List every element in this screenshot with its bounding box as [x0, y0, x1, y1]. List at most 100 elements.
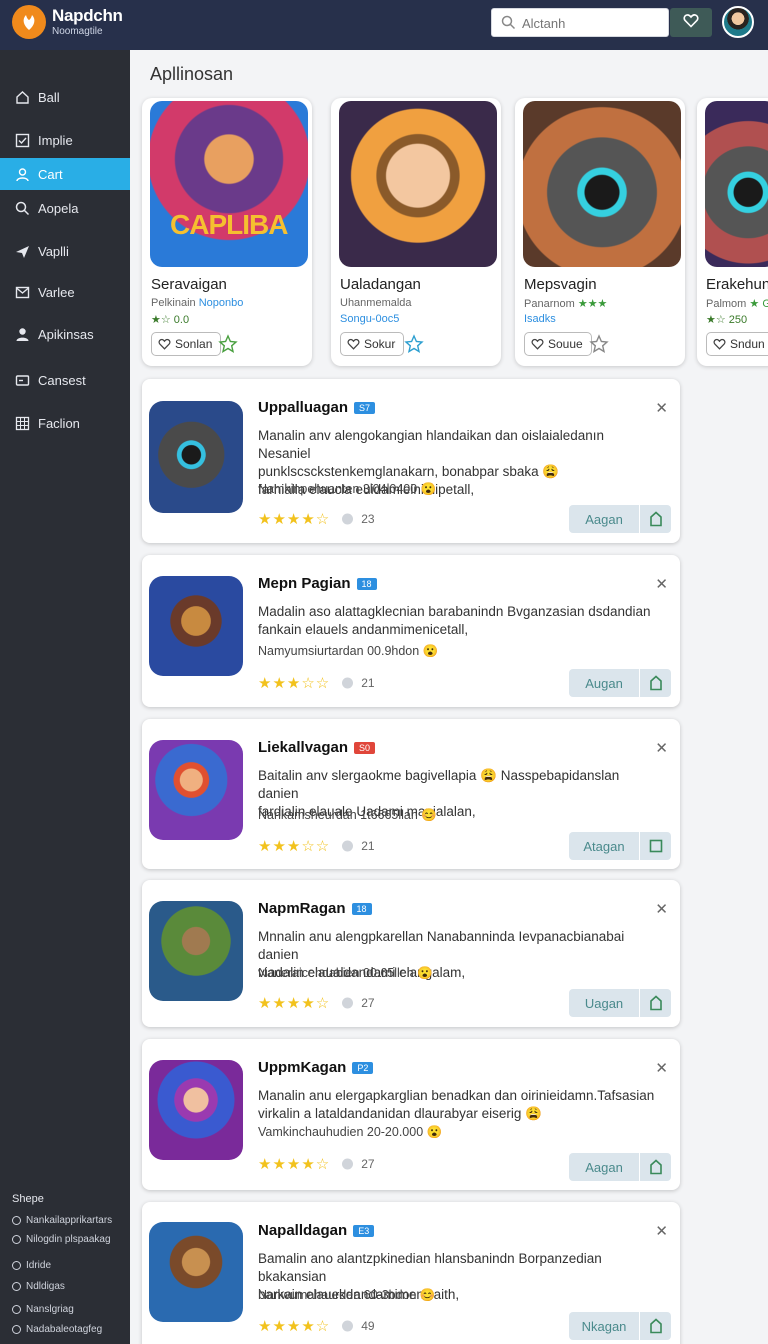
close-icon[interactable]: ✕	[655, 1222, 668, 1240]
user-icon	[14, 326, 30, 342]
wishlist-button[interactable]: Souue	[524, 332, 592, 356]
close-icon[interactable]: ✕	[655, 1059, 668, 1077]
sidebar-item-varlee[interactable]: Varlee	[0, 276, 130, 308]
sidebar-item-label: Vaplli	[38, 243, 69, 259]
age-badge: P2	[352, 1061, 374, 1074]
checkbox-icon[interactable]	[640, 832, 671, 860]
get-button-label: Aagan	[569, 505, 639, 533]
app-list-card[interactable]: Uppalluagan S7 ✕ Manalin anv alengokangia…	[142, 379, 680, 543]
sidebar-item-cansest[interactable]: Cansest	[0, 364, 130, 396]
app-icon	[149, 1060, 243, 1160]
get-button[interactable]: Atagan	[569, 832, 671, 860]
bookmark-icon[interactable]	[640, 1312, 671, 1340]
app-logo-icon[interactable]	[12, 5, 46, 39]
comment-count: 27	[340, 996, 375, 1011]
sidebar-item-vaplli[interactable]: Vaplli	[0, 235, 130, 267]
star-rating: ★★★★☆	[258, 1156, 331, 1173]
app-list-card[interactable]: Napalldagan E3 ✕ Bamalin ano alantzpkined…	[142, 1202, 680, 1344]
bookmark-icon[interactable]	[640, 989, 671, 1017]
wishlist-button[interactable]: Sokur	[340, 332, 405, 356]
sidebar-footer-link[interactable]: Nadabaleotagfeg	[12, 1324, 102, 1335]
sidebar-item-faclion[interactable]: Faclion	[0, 407, 130, 439]
star-outline-icon[interactable]	[218, 334, 238, 354]
wishlist-label: Souue	[548, 337, 583, 351]
app-icon	[149, 1222, 243, 1322]
bookmark-icon[interactable]	[640, 505, 671, 533]
featured-card[interactable]: Ualadangan Uhanmemalda Songu-0oc5 Sokur	[331, 98, 501, 366]
get-button[interactable]: Aagan	[569, 505, 671, 533]
featured-card[interactable]: Erakehunf Palmom ★ G ★☆ 250 Sndun	[697, 98, 768, 366]
star-outline-icon[interactable]	[589, 334, 609, 354]
app-icon	[149, 901, 243, 1001]
app-list-card[interactable]: Mepn Pagian 18 ✕ Madalin aso alattagklecn…	[142, 555, 680, 707]
comment-icon	[340, 996, 355, 1011]
sidebar-item-aopela[interactable]: Aopela	[0, 192, 130, 224]
close-icon[interactable]: ✕	[655, 900, 668, 918]
circle-icon	[12, 1261, 21, 1270]
section-title: Apllinosan	[150, 64, 234, 84]
game-artwork	[705, 101, 768, 267]
app-title: Napalldagan E3	[258, 1222, 375, 1239]
app-rating: ★★★☆☆ 21	[258, 837, 375, 855]
star-rating: ★★★☆☆	[258, 675, 331, 692]
age-badge: S0	[354, 741, 376, 754]
sidebar-footer-link[interactable]: Nankailapprikartars	[12, 1215, 112, 1226]
sidebar-item-ball[interactable]: Ball	[0, 81, 130, 113]
star-rating: ★★★★☆	[258, 1318, 331, 1335]
get-button[interactable]: Aagan	[569, 1153, 671, 1181]
user-avatar[interactable]	[722, 6, 754, 38]
comment-count: 21	[340, 839, 375, 854]
sidebar-footer-link[interactable]: Nanslgriag	[12, 1304, 74, 1315]
wishlist-button[interactable]: Sonlan	[151, 332, 222, 356]
search-box[interactable]	[491, 8, 669, 37]
sidebar-item-label: Implie	[38, 132, 73, 148]
search-icon	[14, 200, 30, 216]
featured-card[interactable]: CAPLIBA Seravaigan Pelkinain Noponbo ★☆ …	[142, 98, 312, 366]
app-list-card[interactable]: NapmRagan 18 ✕ Mnnalin anu alengpkarellan…	[142, 880, 680, 1027]
age-badge: S7	[354, 401, 376, 414]
comment-icon	[340, 1319, 355, 1334]
comment-icon	[340, 839, 355, 854]
sidebar-item-implie[interactable]: Implie	[0, 124, 130, 156]
sidebar-item-cart[interactable]: Cart	[0, 158, 130, 190]
sidebar-item-apikinsas[interactable]: Apikinsas	[0, 318, 130, 350]
featured-rating: ★☆ 250	[706, 314, 748, 326]
app-title: UppmKagan P2	[258, 1059, 374, 1076]
sidebar-footer-link[interactable]: Idride	[12, 1260, 51, 1271]
app-rating: ★★★★☆ 27	[258, 994, 375, 1012]
artwork-logo: CAPLIBA	[170, 209, 288, 240]
app-title: Liekallvagan S0	[258, 739, 376, 756]
top-bar: Napdchn Noomagtile	[0, 0, 768, 50]
checkbox-icon	[14, 132, 30, 148]
favorites-button[interactable]	[670, 8, 712, 37]
search-input[interactable]	[522, 14, 662, 32]
app-meta: Namyumsiurtardan 00.9hdon 😮	[258, 644, 439, 658]
bookmark-icon[interactable]	[640, 1153, 671, 1181]
sidebar-footer-link[interactable]: Nilogdin plspaakag	[12, 1234, 111, 1245]
get-button-label: Atagan	[569, 832, 639, 860]
wishlist-button[interactable]: Sndun	[706, 332, 768, 356]
star-rating: ★★★★☆	[258, 511, 331, 528]
featured-card[interactable]: Mepsvagin Panarnom ★★★ Isadks Souue	[515, 98, 685, 366]
circle-icon	[12, 1325, 21, 1334]
close-icon[interactable]: ✕	[655, 739, 668, 757]
user-icon	[14, 166, 30, 182]
sidebar-item-label: Cart	[38, 166, 63, 182]
get-button[interactable]: Augan	[569, 669, 671, 697]
brand-name: Napdchn	[52, 6, 123, 25]
get-button[interactable]: Nkagan	[569, 1312, 671, 1340]
footer-link-label: Nilogdin plspaakag	[26, 1234, 111, 1245]
app-icon	[149, 740, 243, 840]
get-button[interactable]: Uagan	[569, 989, 671, 1017]
featured-rating: ★☆ 0.0	[151, 314, 190, 326]
sidebar-footer-heading: Shepe	[12, 1193, 44, 1205]
star-outline-icon[interactable]	[404, 334, 424, 354]
close-icon[interactable]: ✕	[655, 575, 668, 593]
app-rating: ★★★★☆ 27	[258, 1155, 375, 1173]
sidebar-footer-link[interactable]: Ndldigas	[12, 1281, 65, 1292]
app-list-card[interactable]: Liekallvagan S0 ✕ Baitalin anv slergaokme…	[142, 719, 680, 869]
bookmark-icon[interactable]	[640, 669, 671, 697]
heart-icon	[683, 13, 699, 33]
close-icon[interactable]: ✕	[655, 399, 668, 417]
app-list-card[interactable]: UppmKagan P2 ✕ Manalin anu elergapkarglia…	[142, 1039, 680, 1190]
